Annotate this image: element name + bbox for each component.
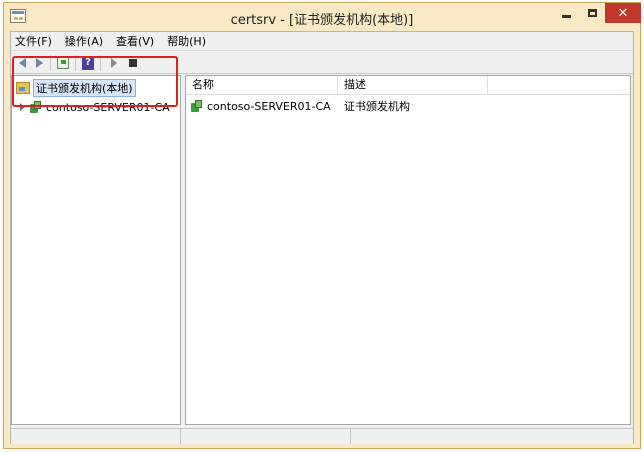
menu-bar: 文件(F) 操作(A) 查看(V) 帮助(H)	[11, 32, 633, 50]
minimize-button[interactable]	[553, 3, 579, 23]
ca-server-icon	[191, 99, 203, 113]
menu-file[interactable]: 文件(F)	[15, 33, 52, 49]
list-item-description: 证书颁发机构	[344, 100, 410, 113]
title-bar[interactable]: certsrv - [证书颁发机构(本地)] ✕	[4, 3, 641, 31]
main-area: 文件(F) 操作(A) 查看(V) 帮助(H) ? 证书颁发机构(本地) con…	[10, 31, 634, 444]
menu-help[interactable]: 帮助(H)	[167, 33, 206, 49]
list-item-name-text: contoso-SERVER01-CA	[207, 99, 331, 113]
status-bar	[11, 428, 633, 444]
column-name[interactable]: 名称	[186, 76, 338, 94]
console-tree-pane[interactable]: 证书颁发机构(本地) contoso-SERVER01-CA	[11, 56, 181, 425]
maximize-button[interactable]	[579, 3, 605, 23]
status-segment	[351, 429, 633, 444]
minimize-icon	[561, 14, 571, 18]
close-button[interactable]: ✕	[605, 3, 641, 23]
column-description[interactable]: 描述	[338, 76, 488, 94]
window-title: certsrv - [证书颁发机构(本地)]	[230, 13, 414, 28]
column-header: 名称 描述	[186, 76, 630, 95]
annotation-highlight-box	[12, 56, 178, 107]
list-item[interactable]: contoso-SERVER01-CA 证书颁发机构	[186, 98, 410, 114]
status-segment	[11, 429, 181, 444]
status-segment	[181, 429, 351, 444]
maximize-icon	[587, 9, 597, 17]
close-icon: ✕	[617, 5, 629, 21]
results-pane[interactable]: 名称 描述 contoso-SERVER01-CA 证书颁发机构	[185, 75, 631, 425]
menu-action[interactable]: 操作(A)	[65, 33, 103, 49]
menu-view[interactable]: 查看(V)	[116, 33, 154, 49]
list-item-name[interactable]: contoso-SERVER01-CA	[186, 99, 338, 113]
app-window: certsrv - [证书颁发机构(本地)] ✕ 文件(F) 操作(A) 查看(…	[3, 2, 641, 449]
